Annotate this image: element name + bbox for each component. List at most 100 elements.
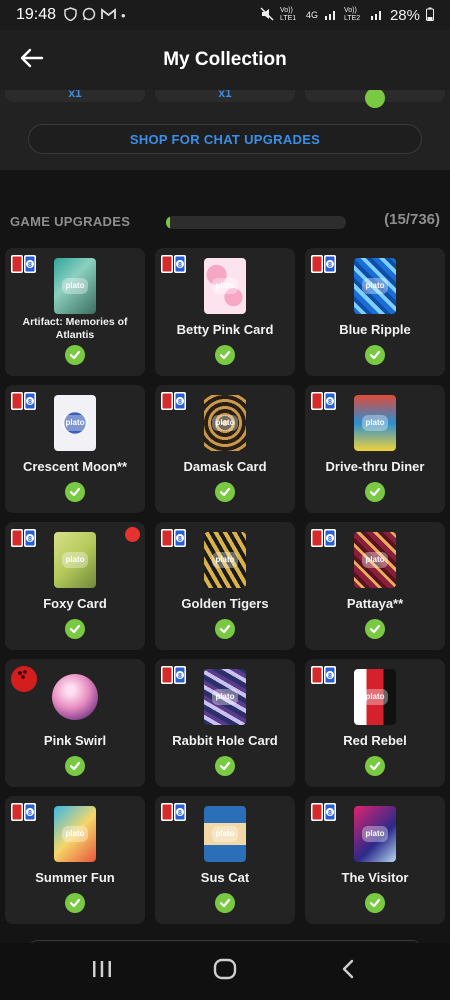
gmail-icon (101, 7, 116, 23)
owned-check-icon (365, 482, 385, 502)
owned-check-icon (215, 345, 235, 365)
quantity-label: x1 (218, 90, 232, 100)
uno-cards-icon: 8 (160, 528, 188, 550)
notification-icons: • (64, 6, 126, 24)
upgrade-tile-rebel[interactable]: 8 plato Red Rebel (305, 659, 445, 787)
system-status: Vo)) LTE1 4G Vo)) LTE2 28% (260, 7, 434, 24)
upgrade-tile-suscat[interactable]: 8 plato Sus Cat (155, 796, 295, 924)
card-art-crescent: plato (54, 395, 96, 451)
progress-fill (166, 216, 170, 229)
home-icon (213, 958, 237, 985)
upgrade-tile-artifact[interactable]: 8 plato Artifact: Memories of Atlantis (5, 248, 145, 376)
home-button[interactable] (200, 952, 250, 992)
owned-check-icon (365, 756, 385, 776)
card-art-summer: plato (54, 806, 96, 862)
svg-text:8: 8 (28, 536, 32, 543)
upgrade-label: Artifact: Memories of Atlantis (22, 316, 128, 341)
network-label-1: Vo)) LTE1 (279, 7, 297, 22)
owned-check-icon (65, 345, 85, 365)
owned-check-icon (365, 345, 385, 365)
recent-apps-button[interactable] (77, 952, 127, 992)
uno-cards-icon: 8 (160, 802, 188, 824)
card-art-rebel: plato (354, 669, 396, 725)
svg-text:8: 8 (178, 262, 182, 269)
card-art-diner: plato (354, 395, 396, 451)
svg-text:8: 8 (28, 262, 32, 269)
upgrade-tile-rabbit[interactable]: 8 plato Rabbit Hole Card (155, 659, 295, 787)
upgrade-tile-summer[interactable]: 8 plato Summer Fun (5, 796, 145, 924)
upgrade-tile-betty[interactable]: 8 plato Betty Pink Card (155, 248, 295, 376)
card-art-rabbit: plato (204, 669, 246, 725)
uno-cards-icon: 8 (10, 391, 38, 413)
chat-upgrade-tile[interactable]: x1 (5, 90, 145, 102)
svg-text:8: 8 (328, 536, 332, 543)
card-art-suscat: plato (204, 806, 246, 862)
upgrade-label: Foxy Card (43, 596, 107, 611)
card-logo: plato (362, 689, 388, 705)
arrow-left-icon (20, 48, 44, 73)
bowling-ball-icon (10, 665, 38, 692)
upgrade-tile-foxy[interactable]: 8 plato Foxy Card (5, 522, 145, 650)
card-logo: plato (62, 415, 88, 431)
back-button[interactable] (16, 44, 48, 76)
section-header: GAME UPGRADES (15/736) (10, 208, 440, 234)
pink-swirl-ball-art (52, 674, 98, 720)
card-logo: plato (212, 415, 238, 431)
signal-icon (324, 8, 338, 23)
upgrade-label: Drive-thru Diner (325, 459, 425, 474)
svg-text:8: 8 (328, 262, 332, 269)
back-nav-button[interactable] (323, 952, 373, 992)
card-logo: plato (62, 552, 88, 568)
owned-check-icon (365, 619, 385, 639)
system-nav-bar (0, 943, 450, 1000)
owned-check-icon (365, 893, 385, 913)
recents-icon (91, 959, 113, 984)
svg-text:8: 8 (328, 673, 332, 680)
card-logo: plato (62, 278, 88, 294)
card-logo: plato (362, 552, 388, 568)
upgrade-label: Damask Card (183, 459, 267, 474)
card-art-foxy: plato (54, 532, 96, 588)
card-logo: plato (362, 278, 388, 294)
upgrade-label: Blue Ripple (339, 322, 411, 337)
upgrade-label: Betty Pink Card (176, 322, 274, 337)
upgrade-tile-damask[interactable]: 8 plato Damask Card (155, 385, 295, 513)
chat-upgrade-tile[interactable] (305, 90, 445, 108)
upgrade-tile-tigers[interactable]: 8 plato Golden Tigers (155, 522, 295, 650)
collection-progress-bar (166, 216, 346, 229)
svg-text:8: 8 (178, 536, 182, 543)
network-label-2: 4G (305, 10, 318, 20)
card-logo: plato (212, 278, 238, 294)
uno-cards-icon: 8 (310, 528, 338, 550)
upgrade-label: Crescent Moon** (22, 459, 128, 474)
owned-check-icon (65, 482, 85, 502)
upgrade-tile-pattaya[interactable]: 8 plato Pattaya** (305, 522, 445, 650)
chat-upgrade-tile[interactable]: x1 (155, 90, 295, 102)
new-indicator-dot (125, 527, 140, 542)
owned-check-icon (65, 893, 85, 913)
upgrade-tile-crescent[interactable]: 8 plato Crescent Moon** (5, 385, 145, 513)
uno-cards-icon: 8 (310, 802, 338, 824)
uno-cards-icon: 8 (10, 802, 38, 824)
progress-count: (15/736) (384, 211, 440, 228)
signal-icon-2 (370, 8, 384, 23)
upgrade-tile-diner[interactable]: 8 plato Drive-thru Diner (305, 385, 445, 513)
owned-check-icon (215, 756, 235, 776)
uno-cards-icon: 8 (160, 391, 188, 413)
upgrade-tile-blue[interactable]: 8 plato Blue Ripple (305, 248, 445, 376)
shop-chat-upgrades-button[interactable]: SHOP FOR CHAT UPGRADES (28, 124, 422, 154)
svg-text:8: 8 (328, 810, 332, 817)
owned-check-icon (215, 619, 235, 639)
upgrade-tile-visitor[interactable]: 8 plato The Visitor (305, 796, 445, 924)
uno-cards-icon: 8 (160, 665, 188, 687)
upgrade-tile-swirl[interactable]: Pink Swirl (5, 659, 145, 787)
svg-text:8: 8 (28, 399, 32, 406)
app-header: My Collection (0, 30, 450, 90)
mute-icon (260, 6, 274, 24)
collection-scroll-area[interactable]: x1 x1 SHOP FOR CHAT UPGRADES GAME UPGRAD… (0, 90, 450, 943)
card-logo: plato (62, 826, 88, 842)
section-title: GAME UPGRADES (10, 213, 131, 229)
svg-text:8: 8 (178, 399, 182, 406)
uno-cards-icon: 8 (310, 254, 338, 276)
card-art-pattaya: plato (354, 532, 396, 588)
